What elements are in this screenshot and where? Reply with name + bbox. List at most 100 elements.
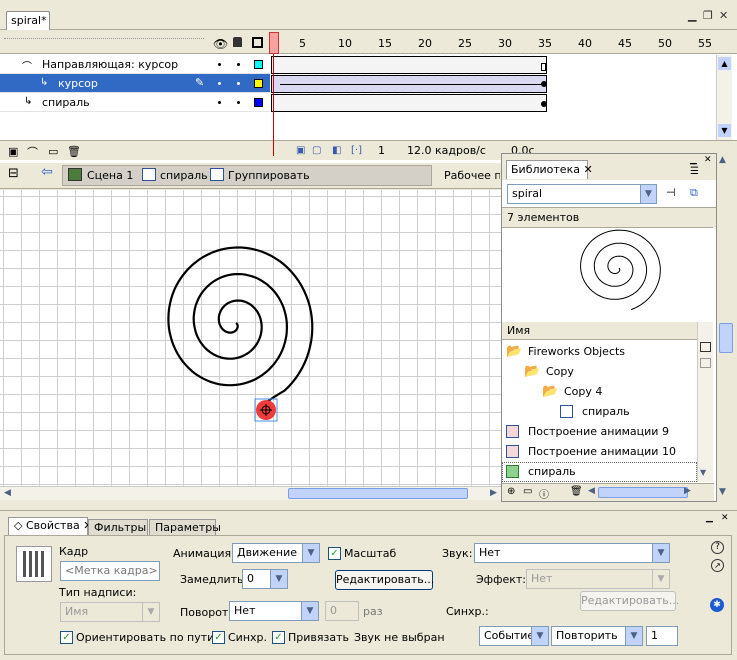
- wide-view-icon[interactable]: [700, 342, 711, 352]
- onion-markers-icon[interactable]: [·]: [351, 145, 362, 156]
- workspace-menu[interactable]: Рабочее пр: [444, 169, 500, 182]
- edit-multiple-icon[interactable]: ◧: [332, 145, 341, 156]
- library-item[interactable]: спираль: [502, 402, 697, 422]
- layer-color-box[interactable]: [254, 60, 263, 69]
- eye-icon[interactable]: 👁: [213, 37, 228, 51]
- minimize-icon[interactable]: ▁: [688, 9, 696, 22]
- library-vscroll[interactable]: ▼: [697, 322, 713, 482]
- scroll-right-icon[interactable]: ▶: [684, 486, 691, 496]
- scroll-left-icon[interactable]: ◀: [4, 488, 11, 498]
- breadcrumb-symbol[interactable]: спираль: [160, 169, 208, 182]
- delete-layer-icon[interactable]: 🗑: [67, 145, 81, 158]
- rotate-count-input[interactable]: 0: [325, 601, 359, 621]
- library-document-select[interactable]: spiral ▼: [507, 184, 657, 204]
- guide-end-frame[interactable]: [541, 63, 546, 71]
- layer-row-cursor[interactable]: ↳ курсор ✎: [0, 74, 270, 93]
- add-folder-icon[interactable]: ▭: [48, 145, 58, 158]
- panel-menu-icon[interactable]: ☰: [690, 166, 699, 177]
- new-folder-icon[interactable]: ▭: [523, 486, 532, 497]
- onion-outline-icon[interactable]: ▢: [312, 145, 321, 156]
- tab-parameters[interactable]: Параметры: [149, 519, 221, 535]
- tab-properties[interactable]: ◇ Свойства ✕: [8, 517, 92, 536]
- scroll-down-icon[interactable]: ▼: [719, 487, 726, 497]
- library-item[interactable]: Построение анимации 10: [502, 442, 697, 462]
- library-hscroll-thumb[interactable]: [598, 487, 688, 498]
- spiral-frames[interactable]: [271, 94, 547, 112]
- keyframe-end[interactable]: [541, 81, 547, 87]
- chevron-down-icon[interactable]: ▼: [302, 544, 319, 562]
- stage-hscroll-thumb[interactable]: [288, 488, 468, 499]
- accessibility-icon[interactable]: ✱: [710, 598, 724, 612]
- visibility-dot[interactable]: [218, 101, 221, 104]
- chevron-down-icon[interactable]: ▼: [301, 602, 318, 620]
- back-arrow-icon[interactable]: ⇦: [41, 164, 53, 180]
- snap-checkbox[interactable]: ✓: [272, 631, 285, 644]
- visibility-dot[interactable]: [218, 82, 221, 85]
- chevron-down-icon[interactable]: ▼: [652, 544, 669, 562]
- properties-icon[interactable]: ⓘ: [539, 486, 549, 501]
- help-icon[interactable]: ?: [711, 541, 724, 554]
- library-column-header[interactable]: Имя: [502, 322, 697, 340]
- scale-checkbox[interactable]: ✓: [328, 547, 341, 560]
- ease-input[interactable]: 0 ▼: [242, 569, 288, 589]
- lock-dot[interactable]: [237, 63, 240, 66]
- edit-sound-button[interactable]: Редактировать...: [580, 591, 679, 611]
- chevron-down-icon[interactable]: ▼: [270, 570, 287, 588]
- spiral-drawing[interactable]: [0, 190, 501, 486]
- timeline-vscroll[interactable]: ▲ ▼: [716, 55, 732, 140]
- rotate-select[interactable]: Нет ▼: [229, 601, 319, 621]
- stage[interactable]: [0, 190, 501, 486]
- tab-filters[interactable]: Фильтры: [88, 519, 148, 535]
- library-item[interactable]: 📂 Copy 4: [502, 382, 697, 402]
- playhead[interactable]: [269, 32, 279, 54]
- label-type-select[interactable]: Имя ▼: [60, 602, 160, 622]
- add-layer-icon[interactable]: ▣: [8, 145, 18, 158]
- library-item[interactable]: Построение анимации 9: [502, 422, 697, 442]
- scroll-down-icon[interactable]: ▼: [718, 124, 731, 137]
- lock-dot[interactable]: [237, 82, 240, 85]
- library-item-selected[interactable]: спираль: [502, 462, 697, 482]
- restore-icon[interactable]: ❐: [703, 9, 713, 22]
- chevron-down-icon[interactable]: ▼: [531, 627, 548, 645]
- visibility-dot[interactable]: [218, 63, 221, 66]
- chevron-down-icon[interactable]: ▼: [640, 185, 656, 203]
- close-icon[interactable]: ✕: [583, 163, 592, 176]
- document-tab[interactable]: spiral*: [6, 11, 50, 30]
- add-guide-icon[interactable]: ⌒: [27, 144, 38, 160]
- effect-select[interactable]: Нет ▼: [526, 569, 670, 589]
- orient-to-path-checkbox[interactable]: ✓: [60, 631, 73, 644]
- keyframe-end[interactable]: [541, 101, 547, 107]
- repeat-count-input[interactable]: 1: [646, 626, 678, 646]
- onion-skin-icon[interactable]: ▣: [296, 145, 305, 156]
- lock-icon[interactable]: [233, 37, 242, 47]
- layer-row-guide[interactable]: ⌒ Направляющая: курсор: [0, 55, 270, 74]
- chevron-down-icon[interactable]: ▼: [142, 603, 159, 621]
- library-tab[interactable]: Библиотека ✕: [506, 160, 593, 179]
- lock-dot[interactable]: [237, 101, 240, 104]
- scroll-right-icon[interactable]: ▶: [490, 488, 497, 498]
- animation-select[interactable]: Движение ▼: [232, 543, 320, 563]
- new-library-icon[interactable]: ⧉: [690, 186, 698, 200]
- layer-row-spiral[interactable]: ↳ спираль: [0, 93, 270, 112]
- chevron-down-icon[interactable]: ▼: [625, 627, 642, 645]
- sound-select[interactable]: Нет ▼: [474, 543, 670, 563]
- edit-easing-button[interactable]: Редактировать...: [335, 570, 434, 590]
- new-symbol-icon[interactable]: ⊕: [507, 486, 515, 497]
- breadcrumb-group[interactable]: Группировать: [228, 169, 310, 182]
- panel-minimize-icon[interactable]: ▁: [706, 513, 713, 523]
- panel-minimize-icon[interactable]: ▁: [690, 155, 697, 165]
- event-select[interactable]: Событие ▼: [479, 626, 549, 646]
- narrow-view-icon[interactable]: [700, 358, 711, 368]
- layer-color-box[interactable]: [254, 79, 263, 88]
- chevron-down-icon[interactable]: ▼: [652, 570, 669, 588]
- outline-icon[interactable]: [252, 37, 263, 48]
- scroll-up-icon[interactable]: ▲: [719, 155, 726, 165]
- library-item[interactable]: 📂 Copy: [502, 362, 697, 382]
- spiral-path[interactable]: [167, 246, 314, 412]
- breadcrumb-scene[interactable]: Сцена 1: [87, 169, 133, 182]
- repeat-select[interactable]: Повторить ▼: [551, 626, 643, 646]
- guide-frames[interactable]: [271, 56, 547, 74]
- scroll-down-icon[interactable]: ▼: [700, 468, 706, 477]
- library-item[interactable]: 📂 Fireworks Objects: [502, 342, 697, 362]
- expand-icon[interactable]: ↗: [711, 559, 724, 572]
